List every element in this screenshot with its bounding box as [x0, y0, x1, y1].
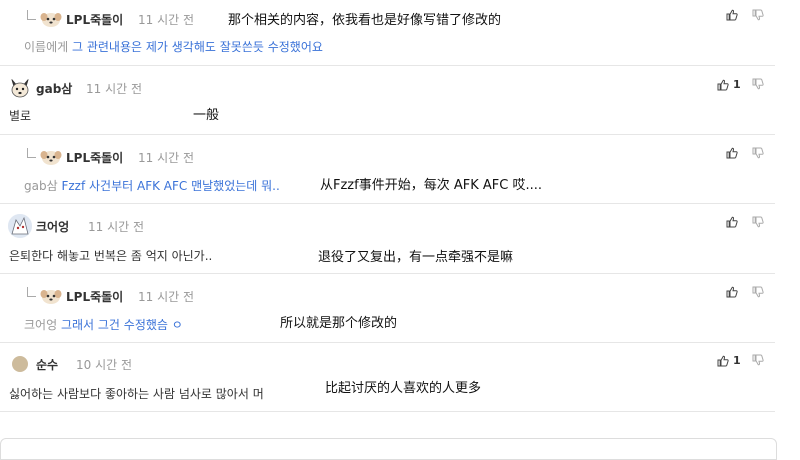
comment-text: 싫어하는 사람보다 좋아하는 사람 넘사로 많아서 머 — [9, 387, 264, 401]
comment-time: 11 시간 전 — [138, 151, 195, 165]
thumbs-down-icon — [752, 286, 764, 298]
dislike-button[interactable] — [752, 9, 764, 21]
thumbs-up-icon — [717, 79, 729, 90]
mention-target: 이름에게 — [24, 40, 69, 54]
comment-time: 11 시간 전 — [138, 290, 195, 304]
comment-body: 크어엉 그래서 그건 수정했슴 ㅇ — [24, 316, 183, 333]
comment-body: gab삼 Fzzf 사건부터 AFK AFC 맨날했었는데 뭐.. — [24, 177, 280, 194]
comment-time: 11 시간 전 — [138, 13, 195, 27]
comment-author[interactable]: 순수 — [36, 356, 58, 373]
like-button[interactable]: 1 — [717, 78, 741, 91]
comment-divider — [0, 273, 775, 274]
comment-text: 은퇴한다 해놓고 번복은 좀 억지 아닌가.. — [9, 249, 213, 263]
thumbs-down-icon — [752, 78, 764, 90]
thumbs-down-icon — [752, 216, 764, 228]
comment-time: 11 시간 전 — [88, 220, 145, 234]
comment-time: 10 시간 전 — [76, 358, 133, 372]
comment-divider — [0, 342, 775, 343]
comment-divider — [0, 134, 775, 135]
avatar — [8, 214, 32, 238]
reply-indicator — [27, 10, 36, 20]
reply-indicator — [27, 148, 36, 158]
avatar — [8, 76, 32, 100]
dislike-button[interactable] — [752, 216, 764, 228]
comment-text[interactable]: Fzzf 사건부터 AFK AFC 맨날했었는데 뭐.. — [61, 179, 279, 193]
comment-body: 이름에게 그 관련내용은 제가 생각해도 잘못쓴듯 수정했어요 — [24, 38, 323, 55]
comment-body: 별로 — [9, 107, 31, 124]
thumbs-down-icon — [752, 9, 764, 21]
thumbs-up-icon — [726, 147, 738, 159]
mention-target: 크어엉 — [24, 318, 58, 332]
thumbs-up-icon — [726, 286, 738, 298]
dislike-button[interactable] — [752, 78, 764, 90]
thumbs-up-icon — [717, 355, 729, 366]
translation-annotation: 退役了又复出，有一点牵强不是嘛 — [318, 250, 514, 265]
comment-text[interactable]: 그 관련내용은 제가 생각해도 잘못쓴듯 수정했어요 — [72, 40, 323, 54]
comment-author[interactable]: 크어엉 — [36, 218, 69, 235]
avatar — [12, 356, 28, 372]
dislike-button[interactable] — [752, 354, 764, 366]
avatar — [40, 146, 62, 168]
like-button[interactable] — [726, 286, 742, 298]
comment-body: 싫어하는 사람보다 좋아하는 사람 넘사로 많아서 머 — [9, 385, 264, 402]
like-button[interactable] — [726, 216, 742, 228]
like-count: 1 — [733, 354, 741, 367]
comment-author[interactable]: LPL죽돌이 — [66, 288, 123, 305]
comment-text: 별로 — [9, 109, 32, 123]
comment-divider — [0, 411, 775, 412]
reply-indicator — [27, 287, 36, 297]
thumbs-down-icon — [752, 354, 764, 366]
comment-divider — [0, 203, 775, 204]
thumbs-up-icon — [726, 216, 738, 228]
like-button[interactable] — [726, 9, 742, 21]
dislike-button[interactable] — [752, 147, 764, 159]
translation-annotation: 从Fzzf事件开始，每次 AFK AFC 哎.... — [320, 178, 542, 193]
comment-time: 11 시간 전 — [86, 82, 143, 96]
comment-author[interactable]: LPL죽돌이 — [66, 11, 123, 28]
comment-input-box[interactable] — [0, 438, 777, 460]
comment-body: 은퇴한다 해놓고 번복은 좀 억지 아닌가.. — [9, 247, 212, 264]
dislike-button[interactable] — [752, 286, 764, 298]
translation-annotation: 那个相关的内容，依我看也是好像写错了修改的 — [228, 13, 502, 28]
comment-author[interactable]: LPL죽돌이 — [66, 149, 123, 166]
translation-annotation: 所以就是那个修改的 — [280, 316, 398, 331]
avatar — [40, 8, 62, 30]
mention-target: gab삼 — [24, 179, 58, 193]
comment-author[interactable]: gab삼 — [36, 80, 72, 97]
thumbs-down-icon — [752, 147, 764, 159]
comment-divider — [0, 65, 775, 66]
thumbs-up-icon — [726, 9, 738, 21]
translation-annotation: 一般 — [193, 108, 220, 123]
like-button[interactable] — [726, 147, 742, 159]
avatar — [40, 285, 62, 307]
comment-text[interactable]: 그래서 그건 수정했슴 ㅇ — [61, 318, 183, 332]
like-button[interactable]: 1 — [717, 354, 741, 367]
translation-annotation: 比起讨厌的人喜欢的人更多 — [325, 381, 482, 396]
like-count: 1 — [733, 78, 741, 91]
